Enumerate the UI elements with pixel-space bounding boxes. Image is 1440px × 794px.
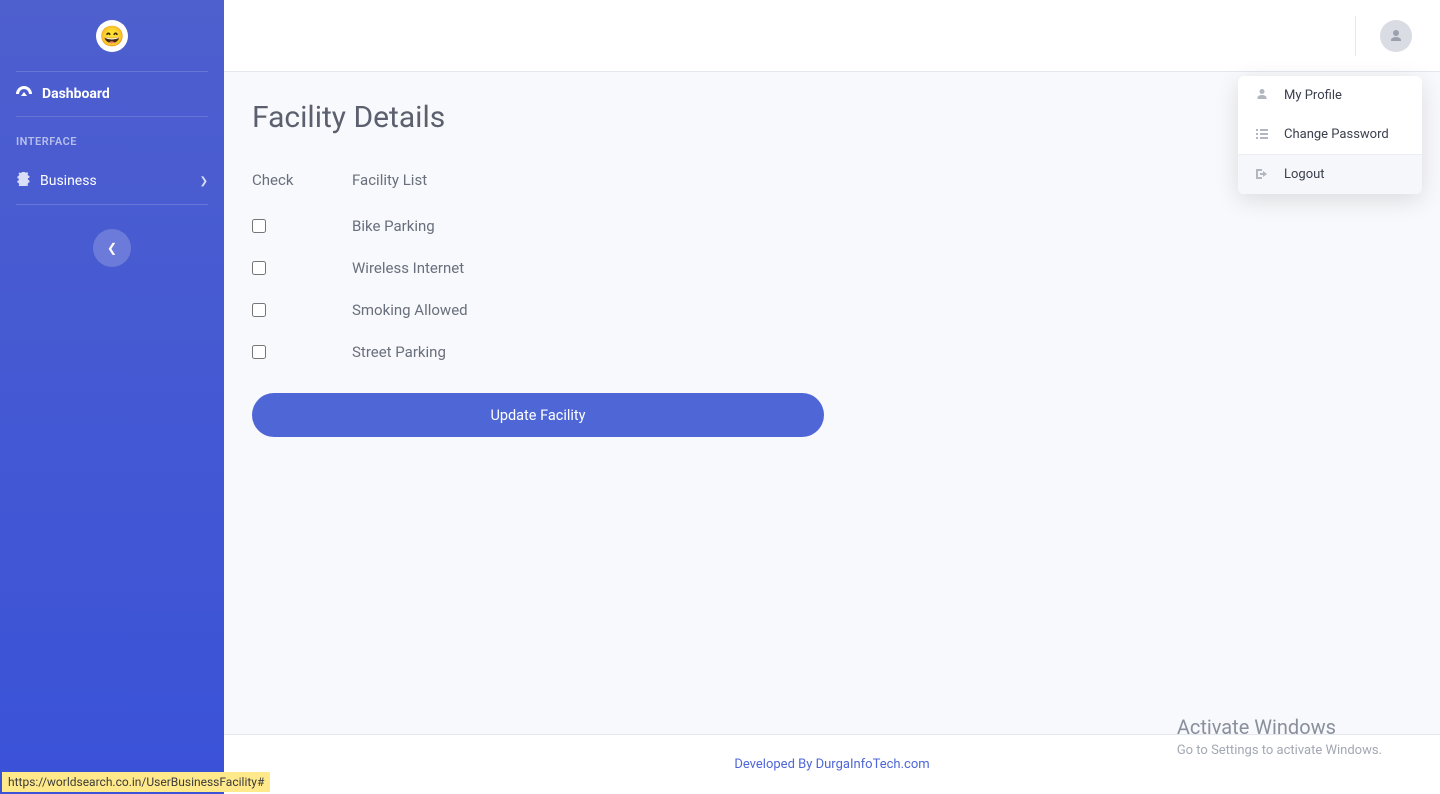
facility-checkbox[interactable] — [252, 303, 266, 317]
nav-business-label: Business — [40, 173, 97, 189]
logout-icon — [1256, 168, 1270, 182]
chevron-right-icon: ❯ — [200, 176, 208, 187]
table-row: Bike Parking — [252, 205, 1412, 247]
nav-dashboard-label: Dashboard — [42, 86, 110, 102]
divider — [16, 204, 208, 205]
sidebar-collapse-button[interactable]: ❮ — [93, 229, 131, 267]
status-url: https://worldsearch.co.in/UserBusinessFa… — [2, 772, 270, 792]
windows-watermark: Activate Windows Go to Settings to activ… — [1177, 715, 1382, 758]
watermark-sub: Go to Settings to activate Windows. — [1177, 743, 1382, 758]
table-row: Street Parking — [252, 331, 1412, 373]
col-check-header: Check — [252, 171, 352, 189]
sidebar: 😄 Dashboard INTERFACE Business ❯ ❮ — [0, 0, 224, 794]
facility-name: Bike Parking — [352, 217, 1412, 235]
gear-icon — [16, 172, 30, 190]
menu-my-profile[interactable]: My Profile — [1238, 76, 1422, 115]
table-row: Wireless Internet — [252, 247, 1412, 289]
footer-text[interactable]: Developed By DurgaInfoTech.com — [734, 757, 929, 772]
table-row: Smoking Allowed — [252, 289, 1412, 331]
topbar-divider — [1355, 16, 1356, 56]
facility-name: Smoking Allowed — [352, 301, 1412, 319]
user-avatar[interactable] — [1380, 20, 1412, 52]
chevron-left-icon: ❮ — [107, 241, 117, 255]
nav-business[interactable]: Business ❯ — [0, 158, 224, 204]
logo-area: 😄 — [16, 0, 208, 72]
menu-logout-label: Logout — [1284, 167, 1325, 182]
menu-change-password-label: Change Password — [1284, 127, 1389, 142]
facility-checkbox[interactable] — [252, 261, 266, 275]
section-label: INTERFACE — [0, 117, 224, 158]
dashboard-icon — [16, 86, 32, 102]
user-icon — [1256, 88, 1270, 103]
facility-name: Street Parking — [352, 343, 1412, 361]
topbar — [224, 0, 1440, 72]
menu-change-password[interactable]: Change Password — [1238, 115, 1422, 154]
user-dropdown: My Profile Change Password Logout — [1238, 76, 1422, 194]
facility-checkbox[interactable] — [252, 219, 266, 233]
update-facility-button[interactable]: Update Facility — [252, 393, 824, 437]
menu-my-profile-label: My Profile — [1284, 88, 1342, 103]
logo-icon: 😄 — [96, 20, 128, 52]
watermark-title: Activate Windows — [1177, 715, 1382, 739]
list-icon — [1256, 128, 1270, 142]
nav-dashboard[interactable]: Dashboard — [0, 72, 224, 116]
facility-checkbox[interactable] — [252, 345, 266, 359]
menu-logout[interactable]: Logout — [1238, 155, 1422, 194]
facility-name: Wireless Internet — [352, 259, 1412, 277]
